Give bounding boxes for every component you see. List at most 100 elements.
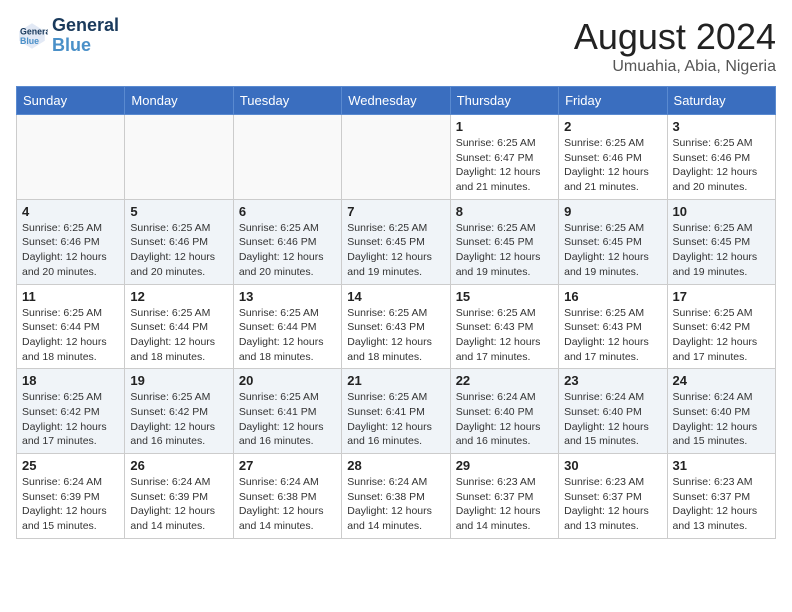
day-number: 4 (22, 204, 119, 219)
day-number: 23 (564, 373, 661, 388)
day-info: Sunrise: 6:25 AM Sunset: 6:45 PM Dayligh… (564, 221, 661, 280)
svg-text:Blue: Blue (20, 36, 39, 46)
logo: General Blue General Blue (16, 16, 119, 56)
day-of-week-header: Wednesday (342, 87, 450, 115)
day-number: 14 (347, 289, 444, 304)
calendar-day-cell: 10 Sunrise: 6:25 AM Sunset: 6:45 PM Dayli… (667, 199, 775, 284)
day-number: 18 (22, 373, 119, 388)
day-number: 27 (239, 458, 336, 473)
calendar-week-row: 4 Sunrise: 6:25 AM Sunset: 6:46 PM Daylig… (17, 199, 776, 284)
day-info: Sunrise: 6:24 AM Sunset: 6:40 PM Dayligh… (456, 390, 553, 449)
logo-text: General Blue (52, 16, 119, 56)
calendar-day-cell: 9 Sunrise: 6:25 AM Sunset: 6:45 PM Daylig… (559, 199, 667, 284)
day-number: 19 (130, 373, 227, 388)
day-number: 9 (564, 204, 661, 219)
day-number: 26 (130, 458, 227, 473)
logo-icon: General Blue (16, 20, 48, 52)
day-number: 28 (347, 458, 444, 473)
day-info: Sunrise: 6:25 AM Sunset: 6:46 PM Dayligh… (239, 221, 336, 280)
day-info: Sunrise: 6:23 AM Sunset: 6:37 PM Dayligh… (673, 475, 770, 534)
calendar-day-cell (125, 115, 233, 200)
calendar-week-row: 1 Sunrise: 6:25 AM Sunset: 6:47 PM Daylig… (17, 115, 776, 200)
day-number: 13 (239, 289, 336, 304)
day-info: Sunrise: 6:25 AM Sunset: 6:45 PM Dayligh… (456, 221, 553, 280)
day-number: 16 (564, 289, 661, 304)
calendar-day-cell: 15Sunrise: 6:25 AM Sunset: 6:43 PM Dayli… (450, 284, 558, 369)
day-info: Sunrise: 6:24 AM Sunset: 6:39 PM Dayligh… (22, 475, 119, 534)
day-number: 10 (673, 204, 770, 219)
day-info: Sunrise: 6:25 AM Sunset: 6:41 PM Dayligh… (239, 390, 336, 449)
day-info: Sunrise: 6:25 AM Sunset: 6:44 PM Dayligh… (22, 306, 119, 365)
day-info: Sunrise: 6:25 AM Sunset: 6:42 PM Dayligh… (22, 390, 119, 449)
day-number: 25 (22, 458, 119, 473)
day-of-week-header: Monday (125, 87, 233, 115)
calendar-header-row: SundayMondayTuesdayWednesdayThursdayFrid… (17, 87, 776, 115)
calendar-day-cell: 27 Sunrise: 6:24 AM Sunset: 6:38 PM Dayli… (233, 454, 341, 539)
day-info: Sunrise: 6:25 AM Sunset: 6:47 PM Dayligh… (456, 136, 553, 195)
day-info: Sunrise: 6:24 AM Sunset: 6:39 PM Dayligh… (130, 475, 227, 534)
day-info: Sunrise: 6:24 AM Sunset: 6:40 PM Dayligh… (673, 390, 770, 449)
calendar-day-cell: 4 Sunrise: 6:25 AM Sunset: 6:46 PM Daylig… (17, 199, 125, 284)
logo-line2: Blue (52, 35, 91, 55)
day-of-week-header: Tuesday (233, 87, 341, 115)
day-number: 6 (239, 204, 336, 219)
day-number: 11 (22, 289, 119, 304)
month-year: August 2024 (574, 16, 776, 58)
day-number: 30 (564, 458, 661, 473)
day-of-week-header: Sunday (17, 87, 125, 115)
day-info: Sunrise: 6:25 AM Sunset: 6:44 PM Dayligh… (239, 306, 336, 365)
calendar-day-cell: 5 Sunrise: 6:25 AM Sunset: 6:46 PM Daylig… (125, 199, 233, 284)
calendar-day-cell: 19 Sunrise: 6:25 AM Sunset: 6:42 PM Dayli… (125, 369, 233, 454)
calendar-day-cell: 28 Sunrise: 6:24 AM Sunset: 6:38 PM Dayli… (342, 454, 450, 539)
day-number: 3 (673, 119, 770, 134)
calendar-day-cell: 29Sunrise: 6:23 AM Sunset: 6:37 PM Dayli… (450, 454, 558, 539)
day-info: Sunrise: 6:24 AM Sunset: 6:38 PM Dayligh… (347, 475, 444, 534)
svg-text:General: General (20, 26, 48, 36)
day-info: Sunrise: 6:25 AM Sunset: 6:46 PM Dayligh… (130, 221, 227, 280)
day-info: Sunrise: 6:25 AM Sunset: 6:45 PM Dayligh… (347, 221, 444, 280)
day-number: 24 (673, 373, 770, 388)
calendar-week-row: 25 Sunrise: 6:24 AM Sunset: 6:39 PM Dayli… (17, 454, 776, 539)
day-number: 31 (673, 458, 770, 473)
calendar-day-cell: 22Sunrise: 6:24 AM Sunset: 6:40 PM Dayli… (450, 369, 558, 454)
calendar-day-cell: 12 Sunrise: 6:25 AM Sunset: 6:44 PM Dayli… (125, 284, 233, 369)
day-of-week-header: Thursday (450, 87, 558, 115)
day-info: Sunrise: 6:25 AM Sunset: 6:41 PM Dayligh… (347, 390, 444, 449)
page-header: General Blue General Blue August 2024 Um… (16, 16, 776, 76)
calendar-day-cell: 3 Sunrise: 6:25 AM Sunset: 6:46 PM Daylig… (667, 115, 775, 200)
calendar-day-cell: 30Sunrise: 6:23 AM Sunset: 6:37 PM Dayli… (559, 454, 667, 539)
day-info: Sunrise: 6:25 AM Sunset: 6:43 PM Dayligh… (564, 306, 661, 365)
calendar-day-cell (17, 115, 125, 200)
calendar-day-cell: 14 Sunrise: 6:25 AM Sunset: 6:43 PM Dayli… (342, 284, 450, 369)
calendar-day-cell: 13 Sunrise: 6:25 AM Sunset: 6:44 PM Dayli… (233, 284, 341, 369)
calendar-week-row: 11 Sunrise: 6:25 AM Sunset: 6:44 PM Dayli… (17, 284, 776, 369)
day-info: Sunrise: 6:25 AM Sunset: 6:46 PM Dayligh… (22, 221, 119, 280)
calendar-table: SundayMondayTuesdayWednesdayThursdayFrid… (16, 86, 776, 539)
day-info: Sunrise: 6:25 AM Sunset: 6:44 PM Dayligh… (130, 306, 227, 365)
day-info: Sunrise: 6:24 AM Sunset: 6:38 PM Dayligh… (239, 475, 336, 534)
day-info: Sunrise: 6:25 AM Sunset: 6:43 PM Dayligh… (347, 306, 444, 365)
day-info: Sunrise: 6:25 AM Sunset: 6:46 PM Dayligh… (673, 136, 770, 195)
calendar-day-cell: 23Sunrise: 6:24 AM Sunset: 6:40 PM Dayli… (559, 369, 667, 454)
calendar-day-cell: 21Sunrise: 6:25 AM Sunset: 6:41 PM Dayli… (342, 369, 450, 454)
day-number: 20 (239, 373, 336, 388)
calendar-day-cell: 26 Sunrise: 6:24 AM Sunset: 6:39 PM Dayli… (125, 454, 233, 539)
day-info: Sunrise: 6:25 AM Sunset: 6:42 PM Dayligh… (130, 390, 227, 449)
calendar-day-cell (342, 115, 450, 200)
calendar-day-cell (233, 115, 341, 200)
calendar-day-cell: 11 Sunrise: 6:25 AM Sunset: 6:44 PM Dayli… (17, 284, 125, 369)
day-number: 2 (564, 119, 661, 134)
day-number: 12 (130, 289, 227, 304)
calendar-day-cell: 8Sunrise: 6:25 AM Sunset: 6:45 PM Daylig… (450, 199, 558, 284)
day-info: Sunrise: 6:25 AM Sunset: 6:45 PM Dayligh… (673, 221, 770, 280)
calendar-day-cell: 18 Sunrise: 6:25 AM Sunset: 6:42 PM Dayli… (17, 369, 125, 454)
day-number: 5 (130, 204, 227, 219)
day-number: 1 (456, 119, 553, 134)
calendar-day-cell: 24 Sunrise: 6:24 AM Sunset: 6:40 PM Dayli… (667, 369, 775, 454)
calendar-day-cell: 20 Sunrise: 6:25 AM Sunset: 6:41 PM Dayli… (233, 369, 341, 454)
calendar-day-cell: 17Sunrise: 6:25 AM Sunset: 6:42 PM Dayli… (667, 284, 775, 369)
day-number: 29 (456, 458, 553, 473)
day-number: 7 (347, 204, 444, 219)
calendar-day-cell: 6 Sunrise: 6:25 AM Sunset: 6:46 PM Daylig… (233, 199, 341, 284)
logo-line1: General (52, 16, 119, 36)
